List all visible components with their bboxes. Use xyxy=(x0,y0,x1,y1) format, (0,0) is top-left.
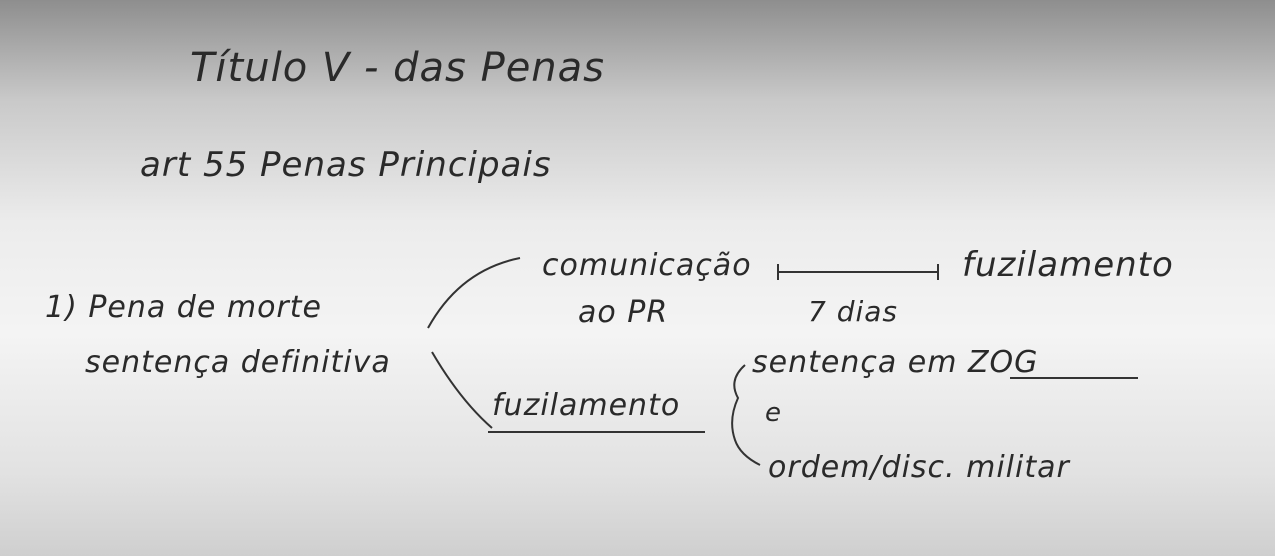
communication-label: comunicação xyxy=(542,248,752,283)
condition-1: sentença em ZOG xyxy=(752,345,1039,380)
interval-label: 7 dias xyxy=(808,295,899,328)
result-top: fuzilamento xyxy=(962,245,1174,285)
condition-2: ordem/disc. militar xyxy=(768,450,1070,485)
item-subheading: sentença definitiva xyxy=(85,345,391,380)
branch-line-bottom xyxy=(431,351,493,429)
board-subtitle: art 55 Penas Principais xyxy=(140,145,552,185)
board-title: Título V - das Penas xyxy=(190,45,605,91)
item-heading: 1) Pena de morte xyxy=(45,290,322,325)
communication-target: ao PR xyxy=(578,295,669,330)
condition-joiner: e xyxy=(765,398,782,428)
branch-line-top xyxy=(427,257,521,329)
result-bottom: fuzilamento xyxy=(492,388,681,423)
brace xyxy=(731,364,761,466)
